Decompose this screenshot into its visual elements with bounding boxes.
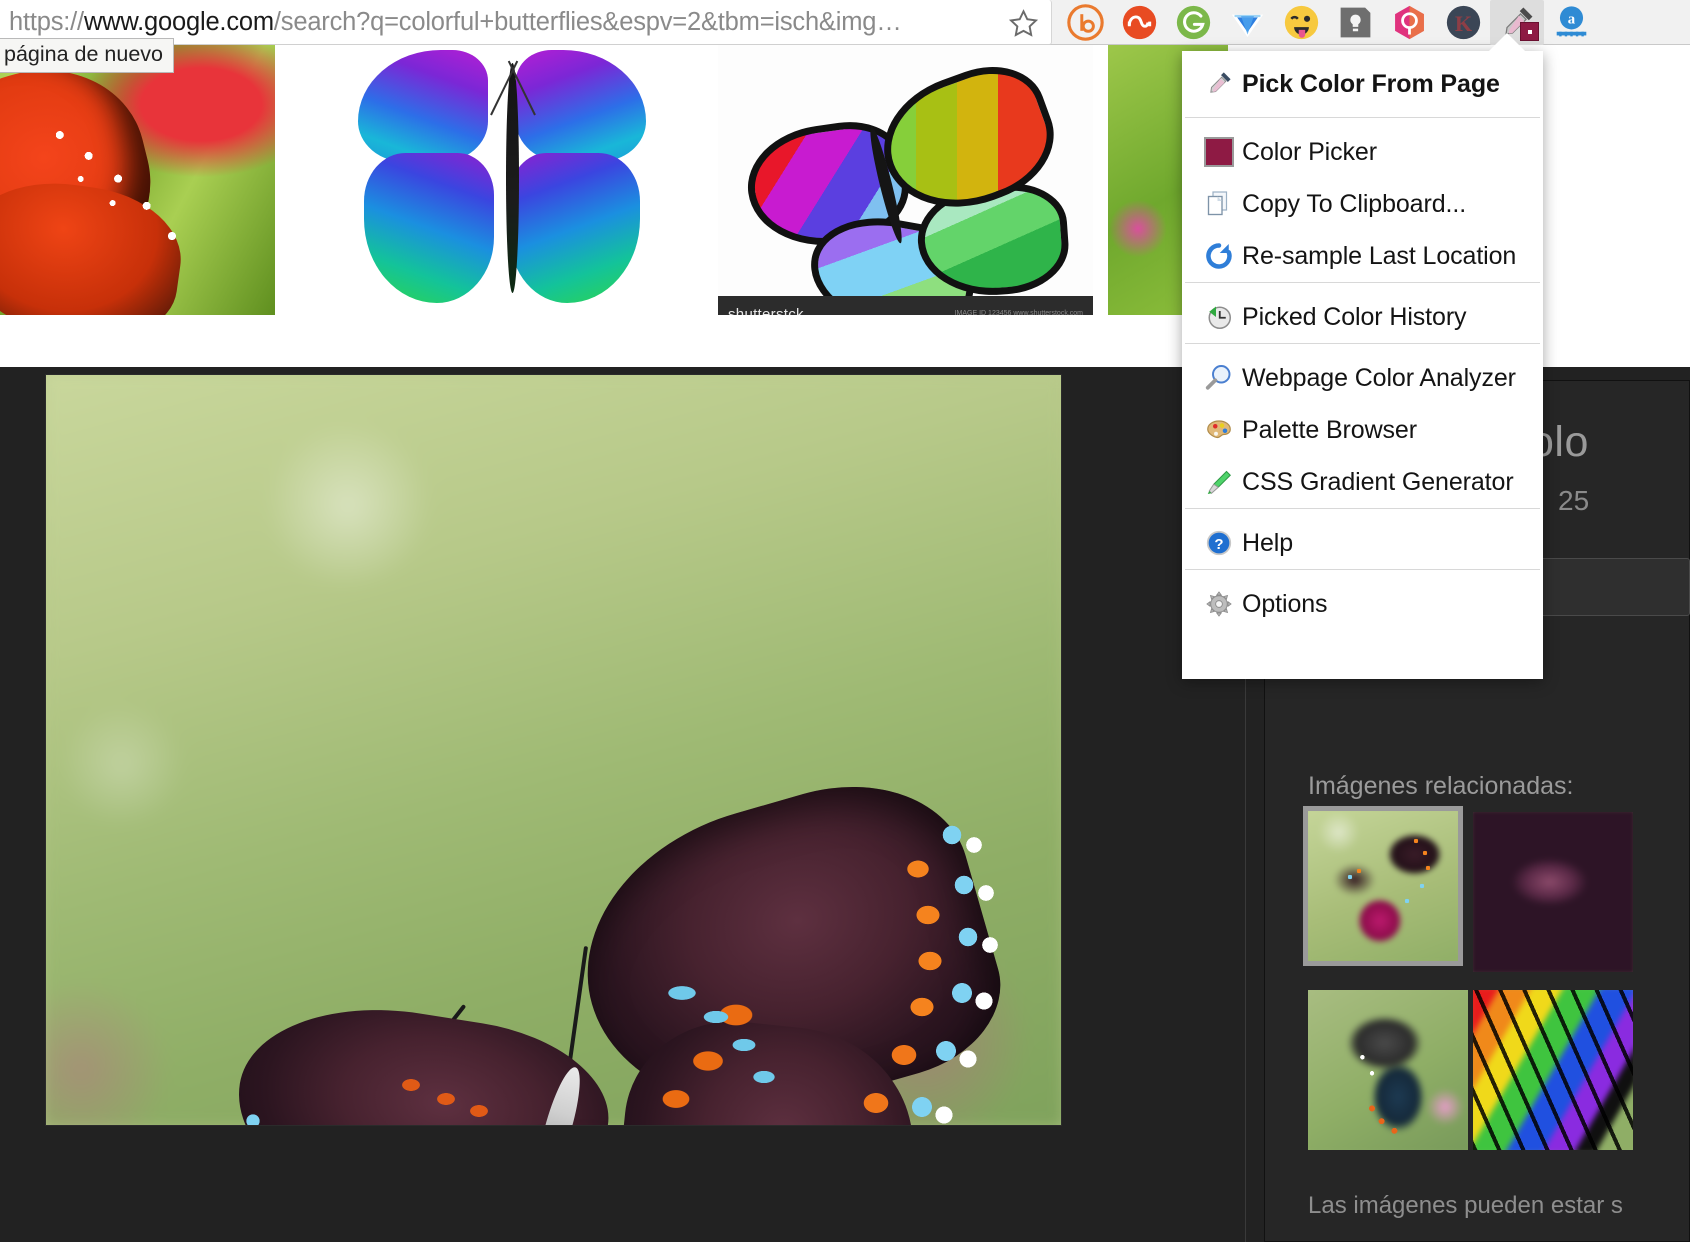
strip2-wing-lower-left [364,153,494,303]
bookmark-star-button[interactable] [1002,6,1044,40]
page-tooltip: página de nuevo [0,38,175,73]
refresh-arrow-icon [1196,241,1242,271]
svg-text:a: a [1567,11,1575,27]
url-scheme: https:// [9,7,84,36]
related-thumb-pipevine-swallowtail[interactable] [1308,990,1468,1150]
popup-caret [1488,33,1526,52]
colorzilla-popup-menu: Pick Color From Page Color Picker Copy T… [1182,51,1543,679]
star-outline-icon [1008,8,1038,37]
hex-pin-icon [1394,5,1424,40]
url-text: https://www.google.com/search?q=colorful… [0,8,902,37]
grammarly-glyph-icon [1176,5,1210,40]
menu-item-label: Options [1242,589,1328,618]
eyedropper-icon [1196,69,1242,99]
result-thumb-rainbow-monarch-butterfly[interactable]: shutterstck IMAGE ID 123456 www.shutters… [718,45,1093,315]
stumbleupon-glyph-icon [1122,5,1156,40]
strip2-body [506,63,519,293]
buffer-extension-icon[interactable] [1058,0,1112,45]
thumb-art-2 [1473,812,1633,972]
butterfly-blue-dashes-inner [646,975,846,1125]
lightbulb-note-icon [1340,7,1370,38]
menu-spacer [1182,570,1543,578]
menu-item-picked-color-history[interactable]: Picked Color History [1182,291,1543,343]
result-thumb-orange-queen-butterfly[interactable] [0,45,275,315]
menu-item-label: Help [1242,528,1294,557]
menu-item-label: Re-sample Last Location [1242,241,1517,270]
menu-spacer [1182,118,1543,126]
thumb-1-spots [1308,811,1458,961]
menu-item-css-gradient-generator[interactable]: CSS Gradient Generator [1182,456,1543,508]
shutterstock-logo-text: shutterstck [728,305,804,316]
paint-palette-icon [1196,415,1242,445]
clock-history-icon [1196,302,1242,332]
main-image-preview[interactable] [45,374,1062,1126]
related-images-grid [1303,806,1690,1170]
shutterstock-watermark-bar: shutterstck IMAGE ID 123456 www.shutters… [718,296,1093,315]
strip2-wing-upper-left [358,50,488,162]
result-thumb-rainbow-morpho-butterfly[interactable] [320,45,705,315]
pinterest-hex-extension-icon[interactable] [1382,0,1436,45]
swatch-highlight-dot [1528,30,1532,34]
url-path: /search?q=colorful+butterflies&espv=2&tb… [273,7,902,36]
menu-item-label: Webpage Color Analyzer [1242,363,1516,392]
wink-tongue-emoji-icon [1284,5,1318,40]
menu-item-palette-browser[interactable]: Palette Browser [1182,404,1543,456]
menu-item-label: Copy To Clipboard... [1242,189,1467,218]
shutterstock-meta-text: IMAGE ID 123456 www.shutterstock.com [954,310,1083,315]
related-thumb-copper-butterfly[interactable] [1473,812,1633,972]
amazon-extension-icon[interactable]: a [1544,0,1598,45]
related-thumb-red-spotted-purple[interactable] [1303,806,1463,966]
amazon-glyph-icon: a [1556,6,1586,37]
menu-item-webpage-color-analyzer[interactable]: Webpage Color Analyzer [1182,352,1543,404]
related-thumb-rainbow-butterfly[interactable] [1473,990,1633,1150]
menu-item-re-sample-last-location[interactable]: Re-sample Last Location [1182,230,1543,282]
menu-spacer [1182,283,1543,291]
menu-item-label: Picked Color History [1242,302,1467,331]
menu-item-help[interactable]: ? Help [1182,517,1543,569]
strip2-wing-upper-right [516,50,646,162]
menu-item-label: Color Picker [1242,137,1377,166]
menu-item-label: CSS Gradient Generator [1242,467,1514,496]
url-domain: www.google.com [83,7,274,36]
menu-item-label: Palette Browser [1242,415,1417,444]
wink-emoji-extension-icon[interactable] [1274,0,1328,45]
question-circle-icon: ? [1196,528,1242,558]
diamond-gem-icon [1231,14,1263,37]
menu-spacer [1182,344,1543,352]
menu-item-color-picker[interactable]: Color Picker [1182,126,1543,178]
copy-pages-icon [1196,189,1242,219]
strip2-wing-lower-right [510,153,640,303]
svg-text:K: K [1454,11,1472,36]
menu-item-label: Pick Color From Page [1242,69,1500,98]
grammarly-extension-icon[interactable] [1166,0,1220,45]
gradient-tube-icon [1196,467,1242,497]
obscured-button-fragment[interactable] [1540,558,1690,616]
kami-extension-icon[interactable]: K [1436,0,1490,45]
related-images-caption: Las imágenes pueden estar s [1308,1192,1623,1219]
stumbleupon-extension-icon[interactable] [1112,0,1166,45]
buffer-glyph-icon [1066,4,1104,41]
obscured-number-fragment: 25 [1558,485,1590,516]
extension-toolbar: K a [1058,0,1690,45]
browser-toolbar: https://www.google.com/search?q=colorful… [0,0,1690,45]
menu-item-copy-to-clipboard[interactable]: Copy To Clipboard... [1182,178,1543,230]
magnifier-icon [1196,363,1242,393]
thumb-4-veins [1473,990,1633,1150]
color-swatch-icon [1196,137,1242,167]
kami-glyph-icon: K [1446,5,1480,40]
menu-spacer [1182,509,1543,517]
gear-icon [1196,589,1242,619]
menu-item-options[interactable]: Options [1182,578,1543,630]
menu-item-pick-color-from-page[interactable]: Pick Color From Page [1182,51,1543,117]
related-images-title: Imágenes relacionadas: [1308,772,1574,800]
diamond-extension-icon[interactable] [1220,0,1274,45]
thumb-3-spots [1308,990,1468,1150]
svg-text:?: ? [1214,536,1223,553]
lightbulb-extension-icon[interactable] [1328,0,1382,45]
